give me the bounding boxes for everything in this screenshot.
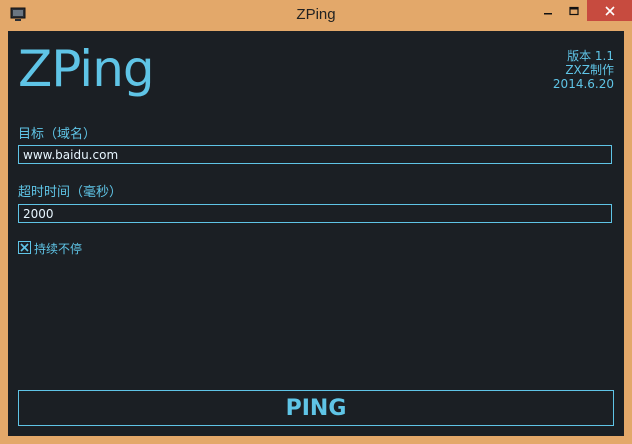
continuous-label[interactable]: 持续不停 [34,240,82,257]
ping-button[interactable]: PING [18,390,614,426]
maximize-icon [569,6,579,16]
maximize-button[interactable] [561,0,587,22]
timeout-label: 超时时间（毫秒） [18,185,123,200]
title-bar[interactable]: ZPing [0,0,632,31]
target-input[interactable]: www.baidu.com [18,145,612,164]
version-line: 版本 1.1 [567,49,614,63]
minimize-button[interactable] [535,0,561,22]
timeout-input[interactable]: 2000 [18,204,612,223]
brand-title: ZPing [18,40,155,98]
minimize-icon [544,13,552,15]
continuous-checkbox[interactable] [18,241,31,254]
target-label: 目标（域名） [18,127,97,142]
check-x-icon [20,243,29,252]
close-icon [604,5,615,16]
app-window: ZPing ZPing 版本 1.1 ZXZ制作 2014.6.20 目标（域名… [0,0,632,444]
author-line: ZXZ制作 [565,63,614,77]
version-info: 版本 1.1 ZXZ制作 2014.6.20 [553,49,614,91]
close-button[interactable] [587,0,632,21]
date-line: 2014.6.20 [552,77,614,91]
main-panel: ZPing 版本 1.1 ZXZ制作 2014.6.20 目标（域名） www.… [8,31,624,436]
